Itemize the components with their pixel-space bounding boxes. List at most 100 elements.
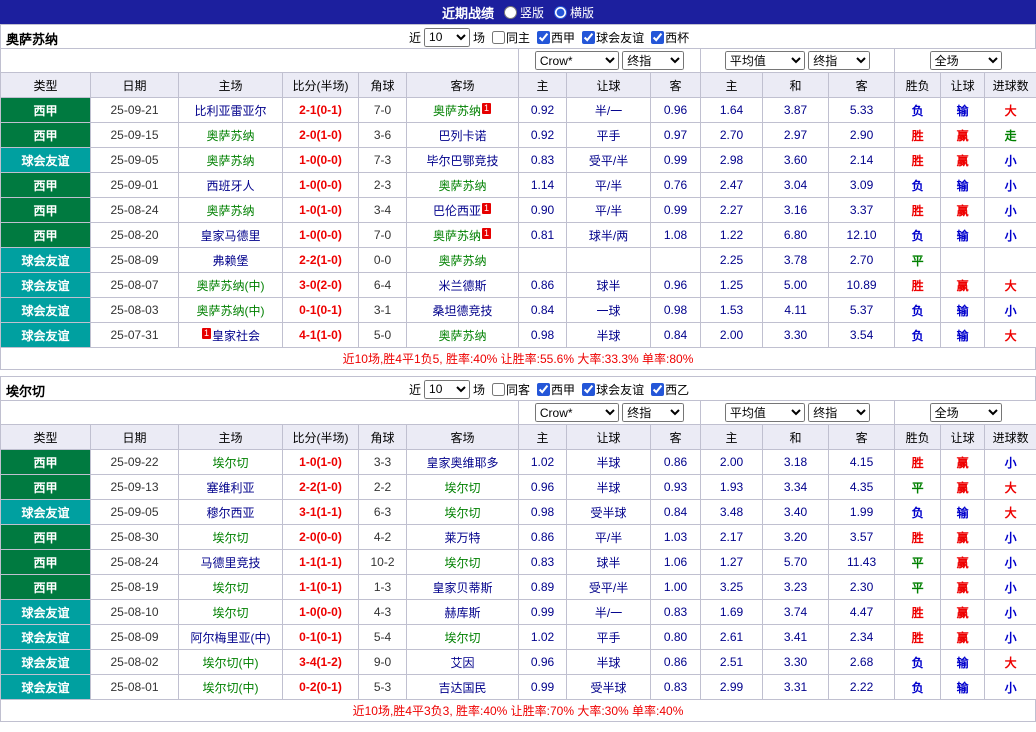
score-cell[interactable]: 2-0(1-0)	[283, 123, 359, 148]
team-name[interactable]: 皇家贝蒂斯	[433, 581, 493, 595]
score-cell[interactable]: 1-0(0-0)	[283, 173, 359, 198]
horizontal-layout-radio[interactable]	[554, 6, 567, 19]
score-cell[interactable]: 2-2(1-0)	[283, 475, 359, 500]
team-name[interactable]: 奥萨苏纳	[206, 129, 254, 143]
score-cell[interactable]: 3-0(2-0)	[283, 273, 359, 298]
team-name[interactable]: 奥萨苏纳(中)	[197, 279, 265, 293]
team-name[interactable]: 塞维利亚	[206, 481, 254, 495]
score-cell[interactable]: 0-1(0-1)	[283, 298, 359, 323]
team-name[interactable]: 奥萨苏纳	[206, 204, 254, 218]
league-filter-laliga[interactable]: 西甲	[537, 381, 575, 398]
same-venue-option[interactable]: 同客	[492, 381, 530, 398]
team-name[interactable]: 比利亚雷亚尔	[194, 104, 266, 118]
league-filter-laliga[interactable]: 西甲	[537, 29, 575, 46]
score-cell[interactable]: 4-1(1-0)	[283, 323, 359, 348]
team-name[interactable]: 艾因	[451, 656, 475, 670]
team-name[interactable]: 埃尔切(中)	[203, 681, 259, 695]
copa-checkbox[interactable]	[651, 31, 664, 44]
layout-option-horizontal[interactable]: 横版	[554, 4, 594, 21]
scope-select[interactable]: 全场	[930, 403, 1002, 422]
odds-source-select[interactable]: Crow*	[535, 403, 619, 422]
layout-option-vertical[interactable]: 竖版	[504, 4, 544, 21]
avg-home-odds-cell: 2.25	[701, 248, 763, 273]
euro-source-select[interactable]: 平均值	[725, 403, 805, 422]
score-cell[interactable]: 1-0(0-0)	[283, 600, 359, 625]
odds-stage-select[interactable]: 终指	[622, 51, 684, 70]
score-cell[interactable]: 2-0(0-0)	[283, 525, 359, 550]
team-name[interactable]: 奥萨苏纳(中)	[197, 304, 265, 318]
team-name[interactable]: 埃尔切	[212, 581, 248, 595]
team-name[interactable]: 桑坦德竞技	[433, 304, 493, 318]
team-name[interactable]: 穆尔西亚	[206, 506, 254, 520]
score-cell[interactable]: 3-4(1-2)	[283, 650, 359, 675]
score-cell[interactable]: 1-1(1-1)	[283, 550, 359, 575]
team-name[interactable]: 奥萨苏纳	[206, 154, 254, 168]
team-name[interactable]: 埃尔切(中)	[203, 656, 259, 670]
euro-stage-select[interactable]: 终指	[808, 403, 870, 422]
team-name[interactable]: 阿尔梅里亚(中)	[191, 631, 271, 645]
team-name[interactable]: 莱万特	[445, 531, 481, 545]
team-name[interactable]: 西班牙人	[206, 179, 254, 193]
same-venue-option[interactable]: 同主	[492, 29, 530, 46]
friendly-checkbox[interactable]	[582, 383, 595, 396]
team-name[interactable]: 埃尔切	[212, 456, 248, 470]
laliga-checkbox[interactable]	[537, 383, 550, 396]
score-cell[interactable]: 0-2(0-1)	[283, 675, 359, 700]
euro-source-select[interactable]: 平均值	[725, 51, 805, 70]
score-cell[interactable]: 1-0(1-0)	[283, 198, 359, 223]
league-filter-copa[interactable]: 西杯	[651, 29, 689, 46]
score-cell[interactable]: 1-0(0-0)	[283, 223, 359, 248]
segunda-checkbox[interactable]	[651, 383, 664, 396]
score-cell[interactable]: 2-2(1-0)	[283, 248, 359, 273]
team-name[interactable]: 埃尔切	[445, 631, 481, 645]
team-name[interactable]: 埃尔切	[445, 506, 481, 520]
corner-cell: 5-3	[359, 675, 407, 700]
team-name[interactable]: 奥萨苏纳	[439, 254, 487, 268]
scope-select[interactable]: 全场	[930, 51, 1002, 70]
same-venue-checkbox[interactable]	[492, 383, 505, 396]
score-cell[interactable]: 1-0(1-0)	[283, 450, 359, 475]
team-name[interactable]: 吉达国民	[439, 681, 487, 695]
league-filter-segunda[interactable]: 西乙	[651, 381, 689, 398]
score-cell[interactable]: 3-1(1-1)	[283, 500, 359, 525]
friendly-checkbox[interactable]	[582, 31, 595, 44]
match-count-select[interactable]: 10	[424, 380, 470, 399]
team-name[interactable]: 埃尔切	[212, 606, 248, 620]
score-cell[interactable]: 1-1(0-1)	[283, 575, 359, 600]
team-name[interactable]: 奥萨苏纳	[433, 104, 481, 118]
team-name[interactable]: 米兰德斯	[439, 279, 487, 293]
laliga-checkbox[interactable]	[537, 31, 550, 44]
score-cell[interactable]: 2-1(0-1)	[283, 98, 359, 123]
team-name[interactable]: 皇家马德里	[200, 229, 260, 243]
team-name[interactable]: 奥萨苏纳	[439, 179, 487, 193]
score-cell[interactable]: 1-0(0-0)	[283, 148, 359, 173]
home-team-cell: 埃尔切(中)	[179, 675, 283, 700]
handicap-result-cell: 输	[941, 298, 985, 323]
team-name[interactable]: 巴列卡诺	[439, 129, 487, 143]
team-name[interactable]: 弗赖堡	[212, 254, 248, 268]
team-name[interactable]: 奥萨苏纳	[433, 229, 481, 243]
team-name[interactable]: 毕尔巴鄂竞技	[427, 154, 499, 168]
team-name[interactable]: 埃尔切	[212, 531, 248, 545]
league-filter-friendly[interactable]: 球会友谊	[582, 381, 644, 398]
friendly-label: 球会友谊	[596, 29, 644, 46]
team-name[interactable]: 皇家奥维耶多	[427, 456, 499, 470]
avg-draw-odds-cell: 3.31	[763, 675, 829, 700]
header-row: 类型 日期 主场 比分(半场) 角球 客场 主 让球 客 主 和 客 胜负 让球…	[1, 425, 1036, 450]
team-name[interactable]: 马德里竞技	[200, 556, 260, 570]
team-name[interactable]: 奥萨苏纳	[439, 329, 487, 343]
odds-stage-select[interactable]: 终指	[622, 403, 684, 422]
team-name[interactable]: 埃尔切	[445, 556, 481, 570]
score-cell[interactable]: 0-1(0-1)	[283, 625, 359, 650]
home-odds-cell: 0.98	[519, 323, 567, 348]
team-name[interactable]: 巴伦西亚	[433, 204, 481, 218]
league-filter-friendly[interactable]: 球会友谊	[582, 29, 644, 46]
odds-source-select[interactable]: Crow*	[535, 51, 619, 70]
euro-stage-select[interactable]: 终指	[808, 51, 870, 70]
match-count-select[interactable]: 10	[424, 28, 470, 47]
same-venue-checkbox[interactable]	[492, 31, 505, 44]
vertical-layout-radio[interactable]	[504, 6, 517, 19]
team-name[interactable]: 埃尔切	[445, 481, 481, 495]
team-name[interactable]: 皇家社会	[212, 329, 260, 343]
team-name[interactable]: 赫库斯	[445, 606, 481, 620]
